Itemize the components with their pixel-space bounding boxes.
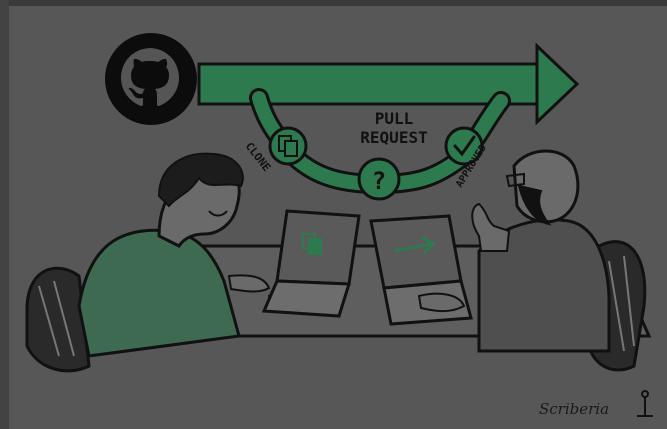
pull-request-label-line2: REQUEST xyxy=(360,128,427,147)
pull-request-label-line1: PULL xyxy=(375,109,414,128)
screenshot-frame: ? PULL REQUEST CLONE APPROVED Scriberia xyxy=(0,0,667,429)
left-chair xyxy=(25,266,91,373)
microscope-icon xyxy=(637,390,653,417)
signature-text: Scriberia xyxy=(539,400,609,418)
illustration-canvas: ? PULL REQUEST CLONE APPROVED Scriberia xyxy=(25,33,653,418)
scriberia-signature: Scriberia xyxy=(539,390,653,418)
pull-request-illustration: ? PULL REQUEST CLONE APPROVED Scriberia xyxy=(9,6,667,429)
question-mark: ? xyxy=(372,167,386,195)
left-edge xyxy=(0,0,9,429)
review-node: ? xyxy=(357,157,401,201)
left-laptop xyxy=(261,209,361,318)
clone-node xyxy=(268,126,308,166)
github-logo-icon xyxy=(105,33,197,125)
